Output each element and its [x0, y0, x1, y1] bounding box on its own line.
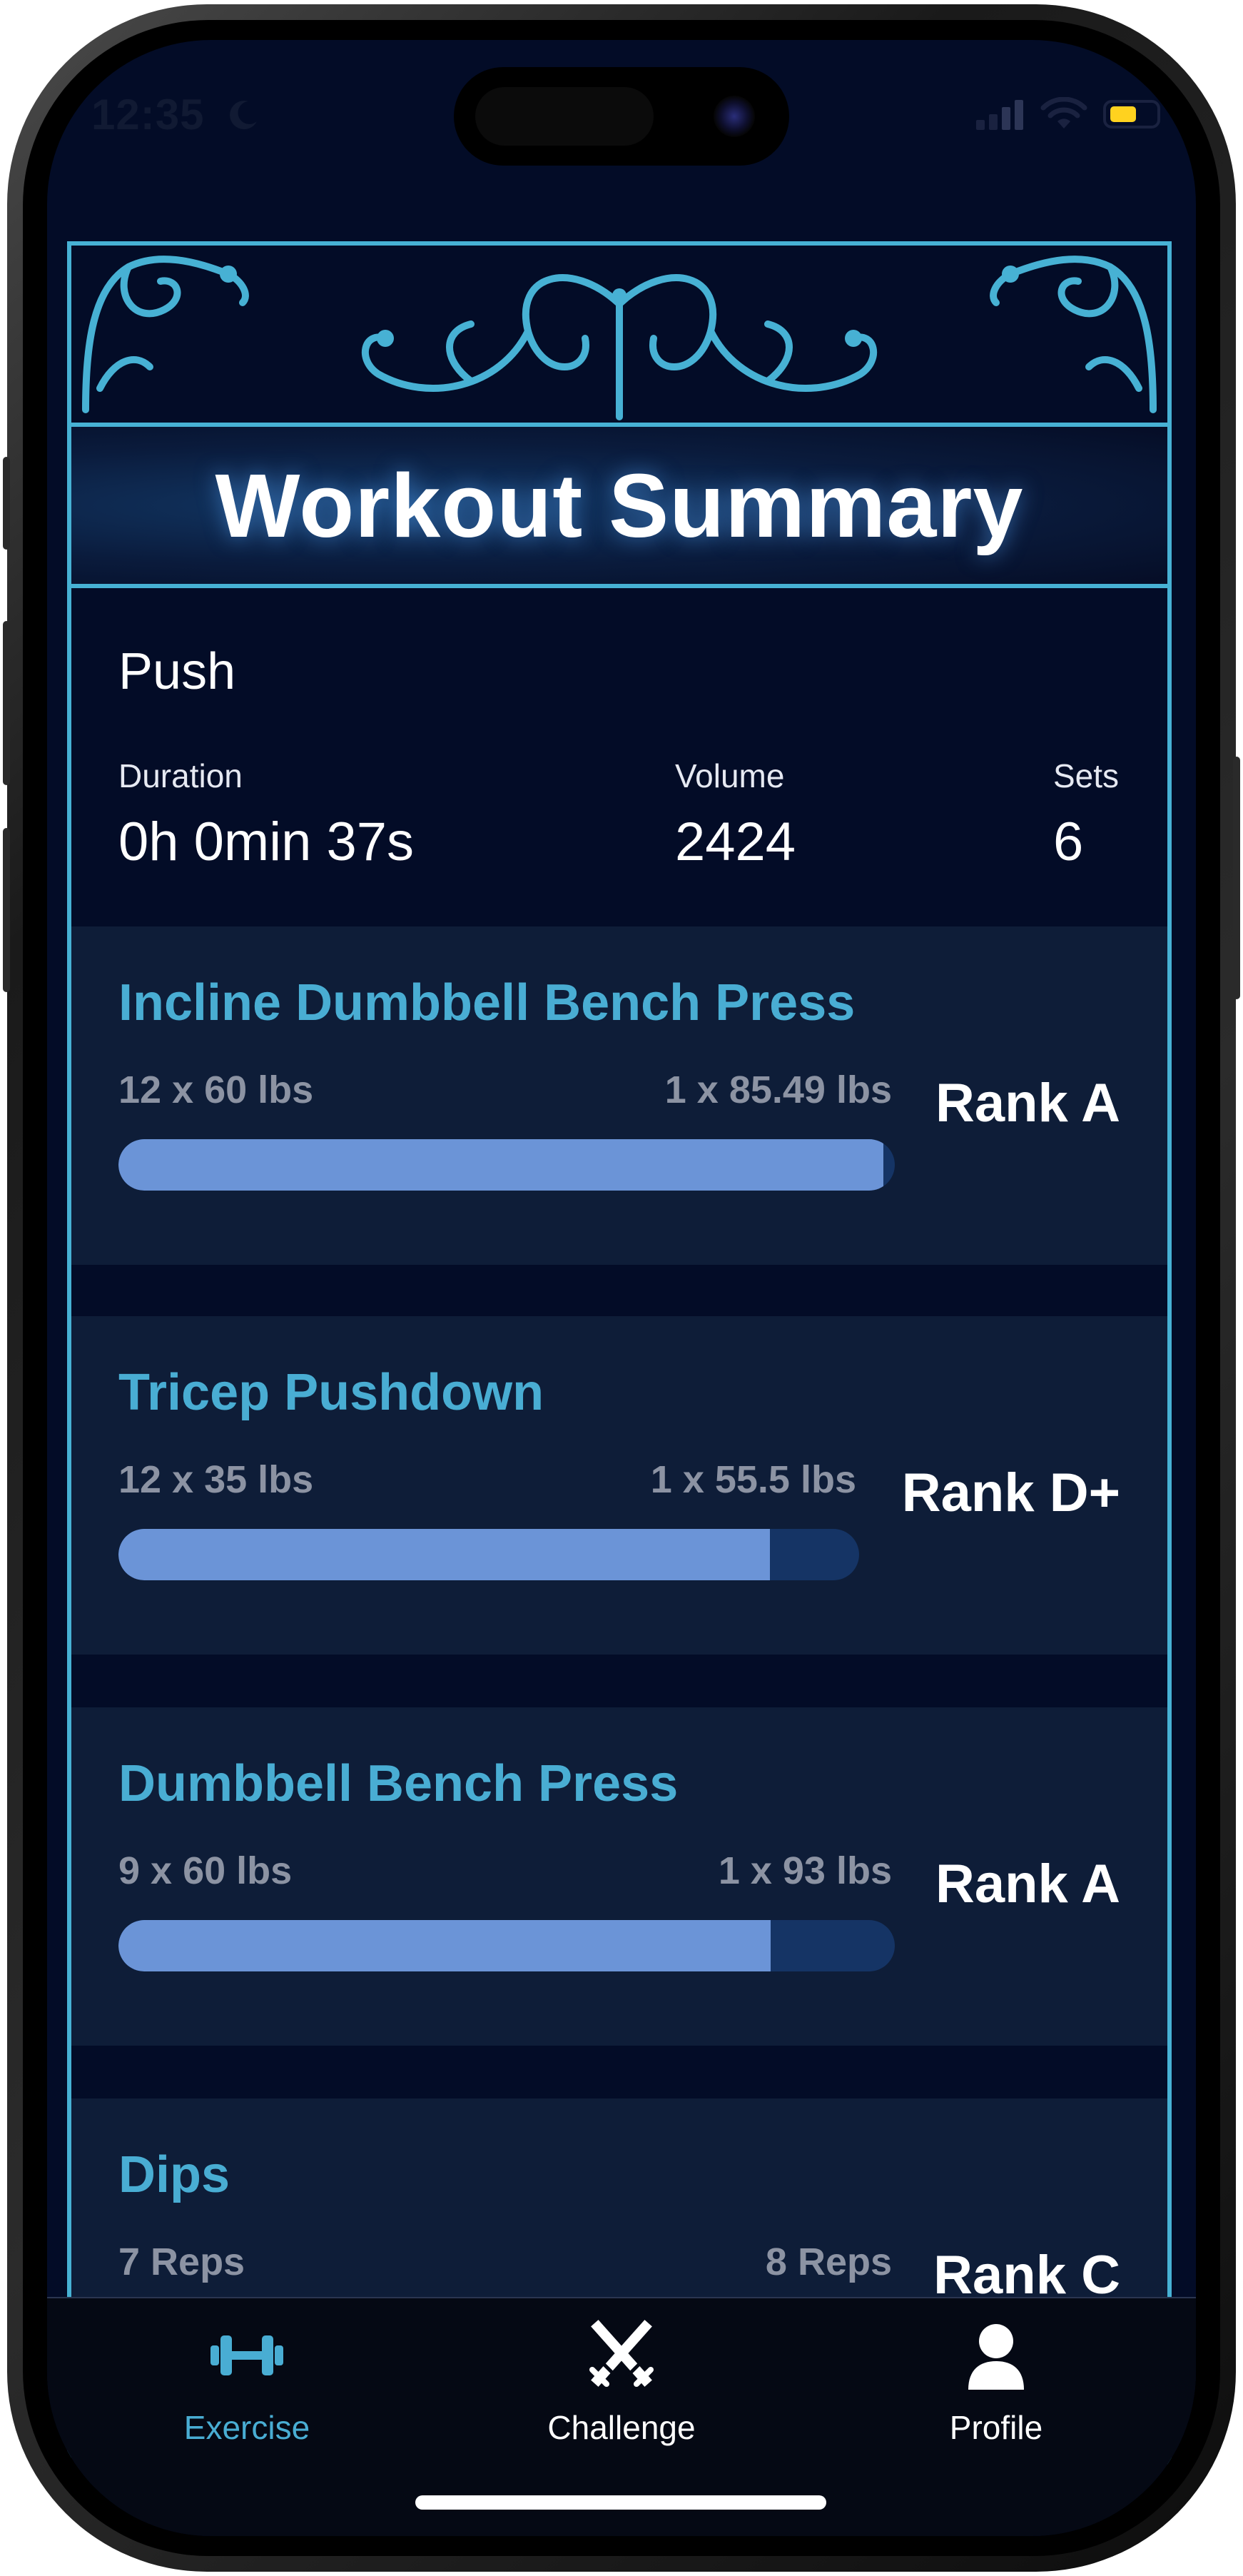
exercise-name: Dips: [118, 2146, 230, 2203]
exercise-progress-bar: [118, 1529, 859, 1580]
exercise-target-set: 1 x 55.5 lbs: [650, 1458, 856, 1501]
page-title: Workout Summary: [215, 455, 1024, 556]
sets-value: 6: [1053, 812, 1084, 872]
tab-profile-label: Profile: [949, 2409, 1043, 2446]
mute-switch: [3, 457, 10, 550]
exercise-name: Incline Dumbbell Bench Press: [118, 974, 856, 1031]
sets-stat: Sets 6: [1053, 757, 1119, 873]
moon-icon: [230, 101, 257, 130]
exercise-progress-bar: [118, 1139, 895, 1191]
exercise-rank: Rank A: [935, 1854, 1120, 1914]
tab-challenge-label: Challenge: [547, 2409, 696, 2446]
power-button: [1233, 757, 1240, 999]
ornament-flourish-icon: [82, 256, 1157, 420]
dynamic-island: [454, 67, 789, 166]
duration-value: 0h 0min 37s: [118, 812, 415, 872]
exercise-target-set: 1 x 85.49 lbs: [664, 1069, 892, 1111]
tab-challenge[interactable]: Challenge: [514, 2320, 729, 2447]
tab-exercise[interactable]: Exercise: [140, 2320, 354, 2447]
volume-value: 2424: [675, 812, 796, 872]
exercise-target-set: 8 Reps: [765, 2241, 892, 2283]
exercise-current-set: 12 x 60 lbs: [118, 1069, 314, 1111]
cellular-signal-icon: [976, 100, 1023, 130]
tab-profile[interactable]: Profile: [889, 2320, 1103, 2447]
status-indicators: [975, 97, 1160, 131]
tab-exercise-label: Exercise: [183, 2409, 310, 2446]
exercise-name: Dumbbell Bench Press: [118, 1755, 679, 1812]
wifi-icon: [1040, 97, 1087, 128]
workout-summary-card: Workout Summary Push Duration 0h 0min 37…: [67, 241, 1172, 2490]
workout-name: Push: [118, 643, 236, 700]
crossed-swords-icon: [589, 2320, 654, 2387]
exercise-progress-fill: [118, 1529, 771, 1580]
person-icon: [968, 2324, 1024, 2390]
exercise-target-set: 1 x 93 lbs: [718, 1849, 892, 1892]
exercise-progress-fill: [118, 1139, 883, 1191]
exercise-card[interactable]: Incline Dumbbell Bench Press 12 x 60 lbs…: [71, 926, 1167, 1265]
exercise-current-set: 12 x 35 lbs: [118, 1458, 314, 1501]
app-screen: 12:35 Workout Summary Push Duration 0h 0…: [47, 40, 1196, 2536]
exercise-current-set: 7 Reps: [118, 2241, 245, 2283]
exercise-rank: Rank A: [935, 1073, 1120, 1133]
volume-stat: Volume 2424: [675, 757, 796, 873]
exercise-card[interactable]: Dumbbell Bench Press 9 x 60 lbs 1 x 93 l…: [71, 1707, 1167, 2046]
duration-stat: Duration 0h 0min 37s: [118, 757, 414, 873]
exercise-rank: Rank D+: [901, 1463, 1120, 1523]
ornamental-header: [71, 246, 1167, 427]
duration-label: Duration: [118, 757, 243, 794]
title-band: Workout Summary: [71, 427, 1167, 588]
home-indicator[interactable]: [415, 2495, 826, 2510]
workout-overview: Push Duration 0h 0min 37s Volume 2424 Se…: [71, 588, 1167, 926]
battery-level: [1110, 106, 1136, 122]
exercise-current-set: 9 x 60 lbs: [118, 1849, 293, 1892]
sets-label: Sets: [1053, 757, 1120, 794]
status-time: 12:35: [91, 91, 205, 138]
volume-down-button: [3, 828, 10, 992]
status-bar: 12:35: [47, 40, 1196, 197]
exercise-name: Tricep Pushdown: [118, 1364, 544, 1421]
battery-icon: [1103, 100, 1160, 128]
volume-up-button: [3, 621, 10, 785]
exercise-card[interactable]: Tricep Pushdown 12 x 35 lbs 1 x 55.5 lbs…: [71, 1316, 1167, 1655]
dumbbell-icon: [210, 2335, 283, 2375]
exercise-progress-bar: [118, 1920, 895, 1971]
volume-label: Volume: [675, 757, 785, 794]
exercise-progress-fill: [118, 1920, 771, 1971]
front-camera-icon: [714, 96, 755, 137]
island-sensor: [475, 87, 654, 146]
